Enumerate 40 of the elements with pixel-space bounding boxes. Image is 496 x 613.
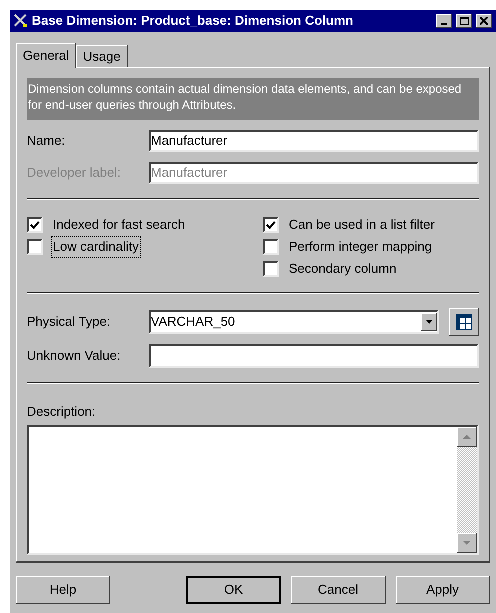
caret-icon (421, 313, 437, 331)
input-field[interactable] (149, 344, 479, 368)
up-arrow-icon (463, 434, 471, 438)
dialog-button[interactable]: Cancel (291, 576, 386, 604)
dialog-button[interactable]: OK (186, 576, 282, 604)
minimize-button[interactable] (436, 14, 452, 28)
checkbox-label: Indexed for fast search (52, 216, 186, 234)
field-label: Name: (27, 132, 66, 150)
description-field[interactable] (27, 424, 479, 554)
field-label: Unknown Value: (27, 347, 122, 366)
field-label: Physical Type: (27, 313, 112, 332)
field-label: Description: (27, 403, 97, 421)
checkbox-label: Can be used in a list filter (288, 216, 436, 234)
window-title: Base Dimension: Product_base: Dimension Column (32, 12, 354, 30)
grid-icon (456, 314, 472, 330)
close-icon (480, 17, 488, 25)
dialog-button[interactable]: Help (16, 576, 110, 604)
cross-icon (14, 14, 28, 28)
checkbox[interactable] (27, 217, 43, 233)
checkbox[interactable] (263, 261, 279, 277)
checkbox[interactable] (263, 239, 279, 255)
text-field[interactable]: Manufacturer (149, 130, 479, 152)
checkbox-label: Perform integer mapping (288, 238, 434, 256)
tab[interactable]: General (16, 43, 76, 68)
checkbox[interactable] (27, 239, 43, 255)
checkmark-icon (30, 220, 40, 230)
close-button[interactable] (476, 14, 492, 28)
type-dropdown[interactable]: VARCHAR_50 (149, 310, 439, 334)
down-arrow-icon (463, 540, 471, 544)
checkbox-label: Low cardinality (51, 236, 141, 258)
checkbox[interactable] (263, 217, 279, 233)
tab[interactable]: Usage (76, 45, 128, 67)
table-button[interactable] (449, 308, 479, 336)
maximize-button[interactable] (456, 14, 472, 28)
checkbox-label: Secondary column (288, 260, 398, 278)
scrollbar[interactable] (457, 426, 477, 552)
checkmark-icon (266, 220, 276, 230)
dialog-button[interactable]: Apply (396, 576, 490, 604)
field-label: Developer label: (27, 164, 122, 182)
info-banner: Dimension columns contain actual dimension data elements, and can be exposed for end-user queries through Attributes. (27, 78, 479, 120)
